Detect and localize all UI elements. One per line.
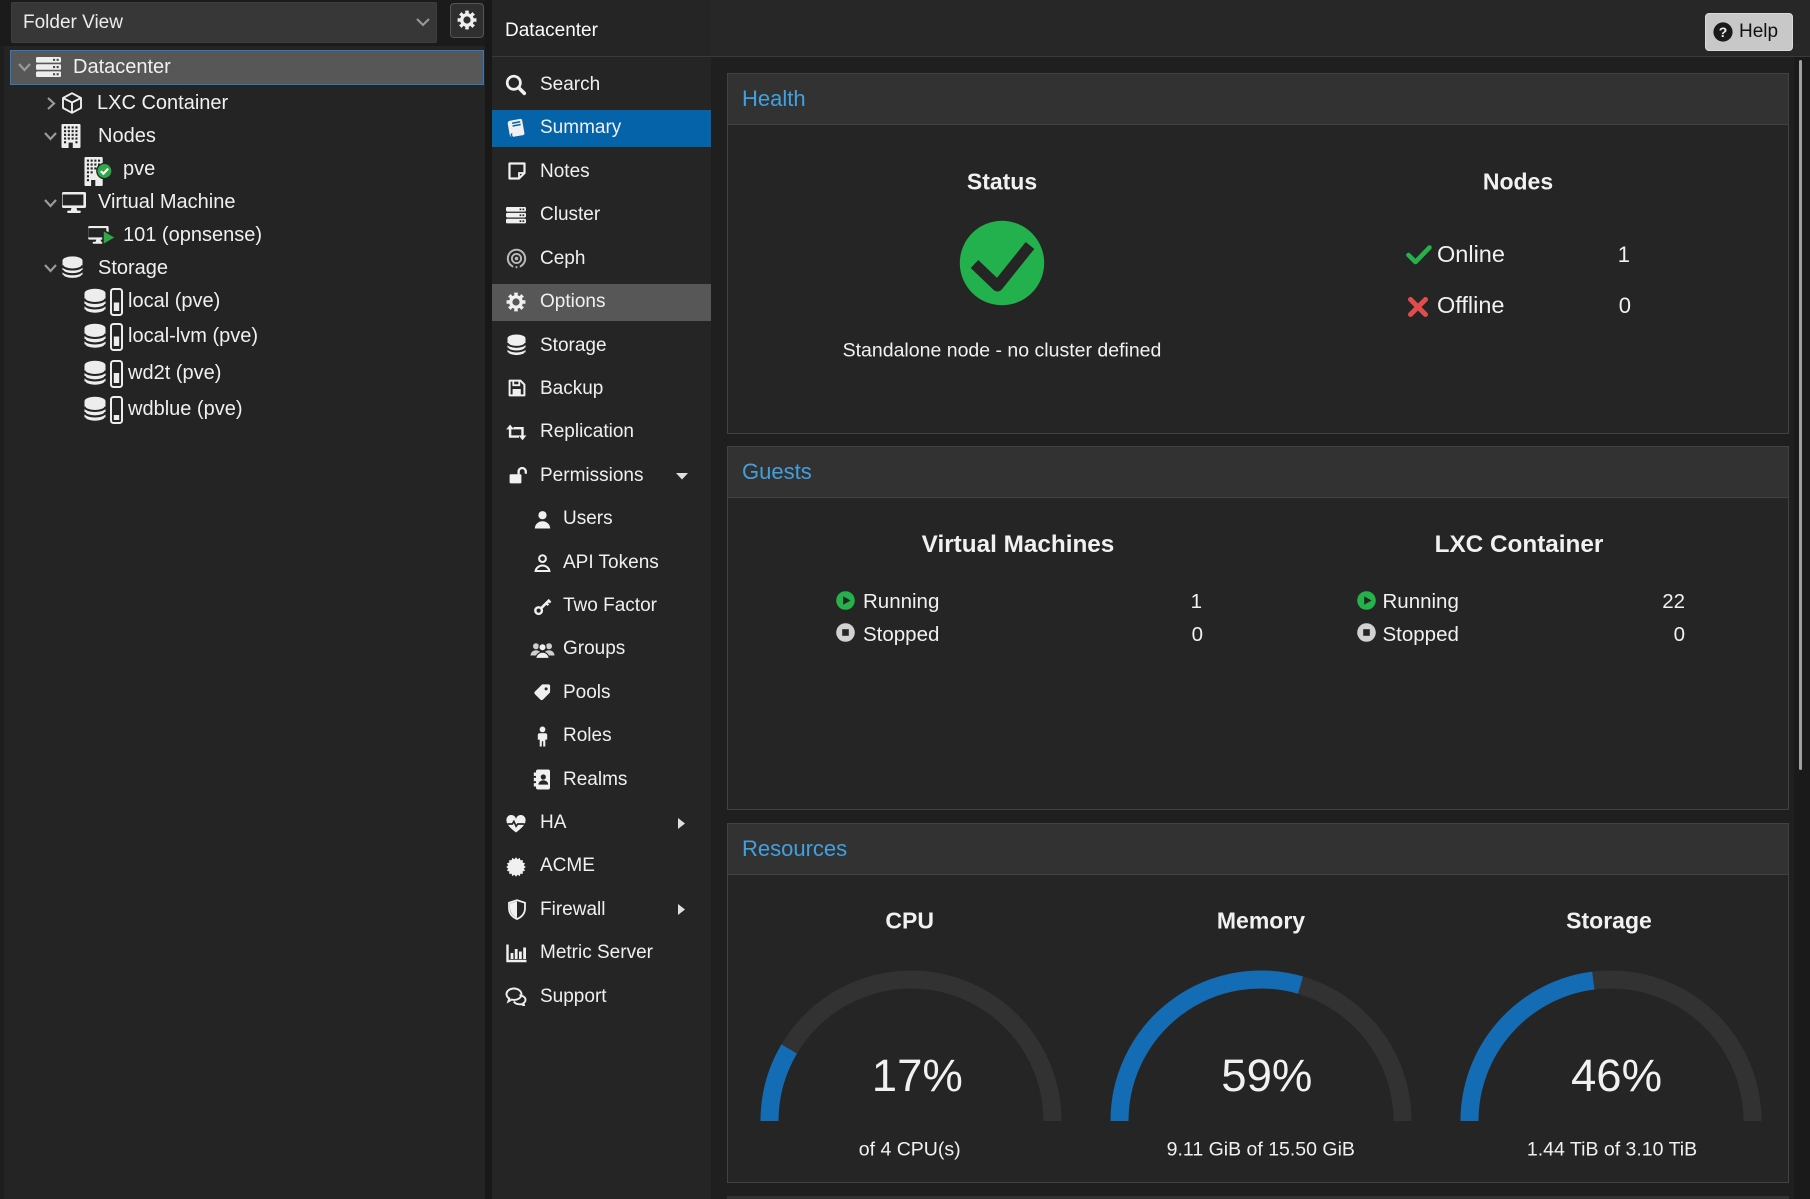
svg-text:?: ?: [1719, 24, 1728, 40]
